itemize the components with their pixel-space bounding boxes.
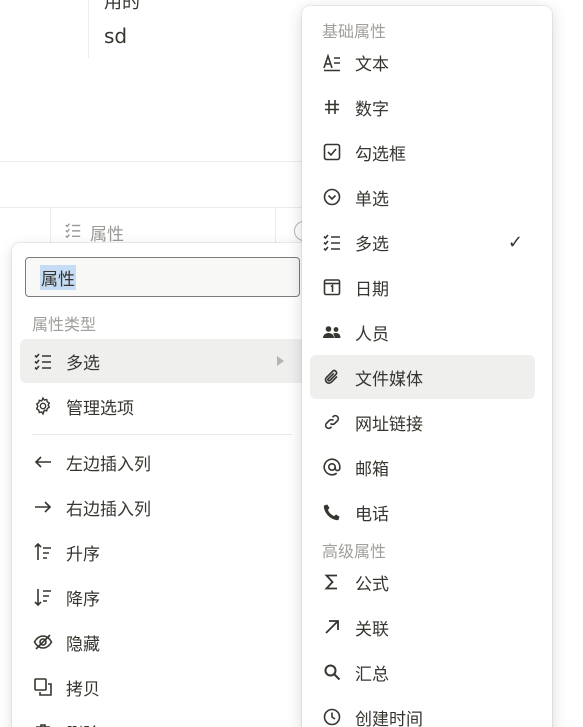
manage-options-item[interactable]: 管理选项 — [20, 384, 306, 428]
document-cell-text: sd — [104, 24, 128, 48]
type-number-label: 数字 — [355, 99, 389, 120]
clock-icon — [322, 707, 342, 727]
sort-ascending-item[interactable]: 升序 — [20, 530, 306, 574]
type-date-item[interactable]: 日期 — [310, 265, 535, 309]
type-files-media-item[interactable]: 文件媒体 — [310, 355, 535, 399]
table-header-border — [0, 207, 310, 208]
type-email-label: 邮箱 — [355, 459, 389, 480]
menu-divider — [32, 434, 292, 435]
eye-off-icon — [32, 631, 54, 653]
type-phone-item[interactable]: 电话 — [310, 490, 535, 534]
copy-item[interactable]: 拷贝 — [20, 665, 306, 709]
type-formula-label: 公式 — [355, 574, 389, 595]
type-text-item[interactable]: 文本 — [310, 40, 535, 84]
type-multi-select-label: 多选 — [355, 234, 389, 255]
type-date-label: 日期 — [355, 279, 389, 300]
hash-icon — [322, 97, 342, 117]
arrow-left-icon — [32, 451, 54, 473]
type-single-select-item[interactable]: 单选 — [310, 175, 535, 219]
type-text-label: 文本 — [355, 54, 389, 75]
property-name-value: 属性 — [40, 264, 76, 290]
copy-label: 拷贝 — [66, 679, 100, 700]
type-checkbox-label: 勾选框 — [355, 144, 406, 165]
type-rollup-item[interactable]: 汇总 — [310, 650, 535, 694]
property-menu: 属性 属性类型 多选 管理选项 左边插入列 右边插入列 升序 降序 隐藏 拷贝 — [12, 243, 308, 727]
gear-icon — [32, 395, 54, 417]
multi-select-icon — [64, 221, 82, 244]
search-icon — [322, 662, 342, 682]
insert-left-label: 左边插入列 — [66, 454, 151, 475]
chevron-right-icon — [277, 356, 284, 366]
type-number-item[interactable]: 数字 — [310, 85, 535, 129]
insert-left-item[interactable]: 左边插入列 — [20, 440, 306, 484]
insert-right-label: 右边插入列 — [66, 499, 151, 520]
trash-icon — [32, 721, 54, 727]
link-icon — [322, 412, 342, 432]
type-checkbox-item[interactable]: 勾选框 — [310, 130, 535, 174]
checkbox-icon — [322, 142, 342, 162]
sigma-icon — [322, 572, 342, 592]
delete-item[interactable]: 删除 — [20, 710, 306, 727]
table-column-divider — [275, 207, 276, 243]
type-phone-label: 电话 — [355, 504, 389, 525]
multi-select-icon — [32, 350, 54, 372]
people-icon — [322, 322, 342, 342]
arrow-right-icon — [32, 496, 54, 518]
hide-label: 隐藏 — [66, 634, 100, 655]
type-relation-item[interactable]: 关联 — [310, 605, 535, 649]
type-email-item[interactable]: 邮箱 — [310, 445, 535, 489]
arrow-up-right-icon — [322, 617, 342, 637]
property-type-item[interactable]: 多选 — [20, 339, 306, 383]
type-relation-label: 关联 — [355, 619, 389, 640]
sort-ascending-label: 升序 — [66, 544, 100, 565]
type-single-select-label: 单选 — [355, 189, 389, 210]
basic-properties-label: 基础属性 — [322, 22, 387, 41]
document-text-clipped: 用的 — [104, 0, 140, 13]
column-header-label: 属性 — [90, 225, 124, 245]
advanced-properties-label: 高级属性 — [322, 542, 387, 561]
single-select-icon — [322, 187, 342, 207]
checkmark-icon: ✓ — [507, 231, 523, 253]
type-person-item[interactable]: 人员 — [310, 310, 535, 354]
delete-label: 删除 — [66, 720, 100, 727]
table-top-border — [0, 161, 310, 162]
copy-icon — [32, 676, 54, 698]
paperclip-icon — [322, 367, 342, 387]
calendar-icon — [322, 277, 342, 297]
type-url-item[interactable]: 网址链接 — [310, 400, 535, 444]
property-type-submenu: 基础属性 文本 数字 勾选框 单选 多选 ✓ 日期 人员 文件媒体 网址链接 邮… — [302, 6, 552, 727]
document-divider — [88, 0, 89, 58]
type-multi-select-item[interactable]: 多选 ✓ — [310, 220, 535, 264]
at-icon — [322, 457, 342, 477]
page: 用的 sd 属性 属性 属性类型 多选 管理选项 左边插入列 右边插入列 升序 … — [0, 0, 583, 727]
property-name-input[interactable]: 属性 — [25, 257, 300, 297]
type-person-label: 人员 — [355, 324, 389, 345]
sort-descending-item[interactable]: 降序 — [20, 575, 306, 619]
type-rollup-label: 汇总 — [355, 664, 389, 685]
insert-right-item[interactable]: 右边插入列 — [20, 485, 306, 529]
sort-descending-icon — [32, 586, 54, 608]
property-type-label: 属性类型 — [32, 315, 97, 334]
property-type-value: 多选 — [66, 353, 100, 374]
hide-item[interactable]: 隐藏 — [20, 620, 306, 664]
type-files-media-label: 文件媒体 — [355, 369, 423, 390]
multi-select-icon — [322, 232, 342, 252]
sort-descending-label: 降序 — [66, 589, 100, 610]
type-created-time-label: 创建时间 — [355, 709, 423, 727]
sort-ascending-icon — [32, 541, 54, 563]
manage-options-label: 管理选项 — [66, 398, 134, 419]
type-url-label: 网址链接 — [355, 414, 423, 435]
column-header[interactable]: 属性 — [64, 220, 124, 245]
text-icon — [322, 52, 342, 72]
table-column-divider — [50, 207, 51, 243]
phone-icon — [322, 502, 342, 522]
type-created-time-item[interactable]: 创建时间 — [310, 695, 535, 727]
type-formula-item[interactable]: 公式 — [310, 560, 535, 604]
